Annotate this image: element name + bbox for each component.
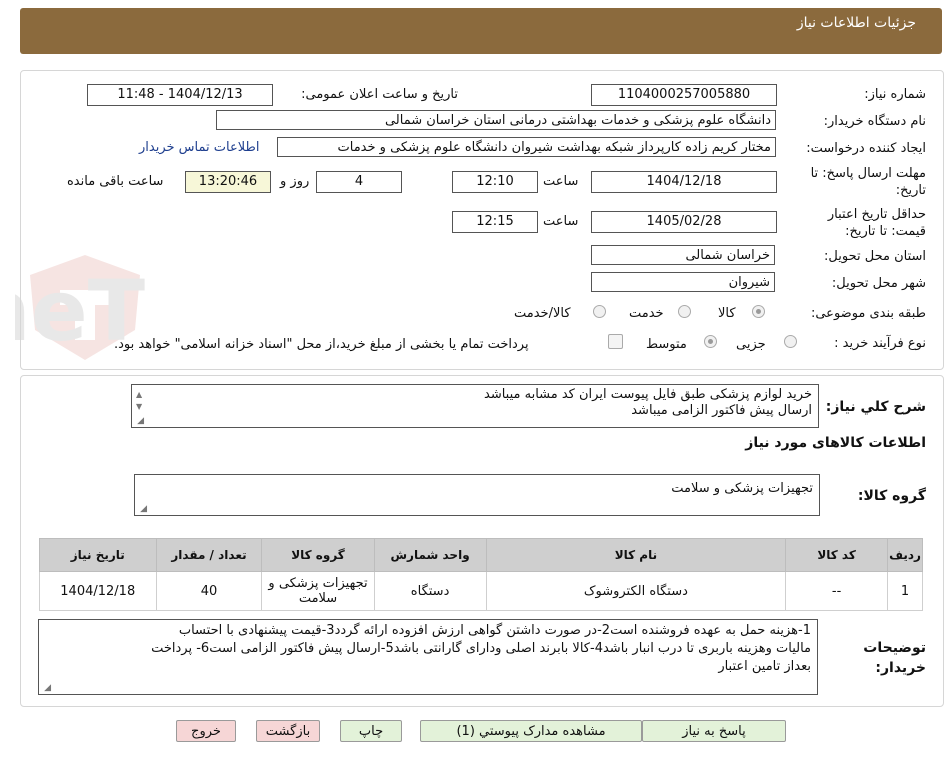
- category-label: طبقه بندی موضوعی:: [810, 306, 926, 321]
- buyer-notes-textarea[interactable]: 1-هزینه حمل به عهده فروشنده است2-در صورت…: [38, 619, 818, 695]
- category-radio-goods[interactable]: [752, 305, 765, 318]
- province-label: استان محل تحویل:: [824, 249, 926, 264]
- treasury-payment-checkbox[interactable]: [608, 334, 623, 349]
- payment-note: پرداخت تمام یا بخشی از مبلغ خرید،از محل …: [114, 337, 529, 352]
- requester-label: ایجاد کننده درخواست:: [806, 141, 926, 156]
- description-line-2: ارسال پیش فاکتور الزامی میباشد: [631, 403, 812, 418]
- cell-unit: دستگاه: [373, 571, 487, 611]
- category-radio-service[interactable]: [678, 305, 691, 318]
- buyer-org-label: نام دستگاه خریدار:: [823, 114, 926, 129]
- items-table-header: ردیف کد کالا نام کالا واحد شمارش گروه کا…: [39, 538, 923, 572]
- purchase-option-minor: جزیی: [736, 337, 766, 352]
- deadline-time-field: 12:10: [452, 171, 538, 193]
- col-header-quantity: تعداد / مقدار: [155, 538, 263, 572]
- buyer-notes-line-3: بعداز تامین اعتبار: [718, 659, 811, 674]
- province-field: خراسان شمالی: [591, 245, 775, 265]
- purchase-radio-minor[interactable]: [784, 335, 797, 348]
- buyer-notes-line-2: مالیات وهزینه باربری تا درب انبار باشد4-…: [151, 641, 811, 656]
- goods-group-label: گروه کالا:: [857, 488, 926, 504]
- purchase-option-medium: متوسط: [646, 337, 687, 352]
- days-label: روز و: [280, 174, 310, 189]
- cell-group: تجهیزات پزشکی و سلامت: [261, 571, 375, 611]
- description-label: شرح کلي نياز:: [825, 399, 926, 415]
- city-field: شیروان: [591, 272, 775, 292]
- goods-group-value: تجهیزات پزشکی و سلامت: [671, 481, 813, 496]
- items-table: ردیف کد کالا نام کالا واحد شمارش گروه کا…: [39, 538, 923, 611]
- category-option-service: خدمت: [629, 306, 664, 321]
- col-header-code: کد کالا: [785, 538, 889, 572]
- cell-date: 1404/12/18: [39, 571, 157, 611]
- scroll-down-icon[interactable]: ▼: [136, 399, 142, 415]
- cell-quantity: 40: [155, 571, 263, 611]
- announce-field: 1404/12/13 - 11:48: [87, 84, 273, 106]
- remaining-label: ساعت باقی مانده: [67, 174, 164, 189]
- validity-time-field: 12:15: [452, 211, 538, 233]
- goods-section-title: اطلاعات کالاهای مورد نیاز: [745, 435, 926, 451]
- goods-group-textarea[interactable]: تجهیزات پزشکی و سلامت ◢: [134, 474, 820, 516]
- deadline-date-field: 1404/12/18: [591, 171, 777, 193]
- buyer-org-field: دانشگاه علوم پزشکی و خدمات بهداشتی درمان…: [216, 110, 776, 130]
- days-field: 4: [316, 171, 402, 193]
- purchase-type-label: نوع فرآیند خرید :: [834, 336, 926, 351]
- resize-handle-icon[interactable]: ◢: [139, 505, 147, 514]
- buyer-notes-label: توضیحات خریدار:: [863, 640, 926, 676]
- cell-code: --: [785, 571, 889, 611]
- cell-name: دستگاه الکتروشوک: [485, 571, 787, 611]
- buyer-notes-line-1: 1-هزینه حمل به عهده فروشنده است2-در صورت…: [178, 623, 811, 638]
- deadline-label: مهلت ارسال پاسخ: تا تاریخ:: [810, 166, 926, 198]
- deadline-time-label: ساعت: [543, 174, 579, 189]
- announce-label: تاریخ و ساعت اعلان عمومی:: [301, 87, 458, 102]
- validity-time-label: ساعت: [543, 214, 579, 229]
- validity-date-field: 1405/02/28: [591, 211, 777, 233]
- validity-label: حداقل تاریخ اعتبار قیمت: تا تاریخ:: [827, 207, 926, 239]
- requester-field: مختار کریم زاده کارپرداز شبکه بهداشت شیر…: [277, 137, 776, 157]
- respond-button[interactable]: پاسخ به نیاز: [642, 720, 786, 742]
- table-row: 1 -- دستگاه الکتروشوک دستگاه تجهیزات پزش…: [39, 571, 923, 611]
- purchase-radio-medium[interactable]: [704, 335, 717, 348]
- col-header-name: نام کالا: [485, 538, 787, 572]
- col-header-unit: واحد شمارش: [373, 538, 487, 572]
- col-header-date: تاریخ نیاز: [39, 538, 157, 572]
- contact-buyer-link[interactable]: اطلاعات تماس خریدار: [139, 140, 259, 155]
- resize-handle-icon[interactable]: ◢: [136, 417, 144, 426]
- description-line-1: خرید لوازم پزشکی طبق فایل پیوست ایران کد…: [484, 387, 812, 402]
- cell-row: 1: [887, 571, 923, 611]
- col-header-group: گروه کالا: [261, 538, 375, 572]
- exit-button[interactable]: خروج: [176, 720, 236, 742]
- back-button[interactable]: بازگشت: [256, 720, 320, 742]
- category-option-goods-service: کالا/خدمت: [514, 306, 571, 321]
- print-button[interactable]: چاپ: [340, 720, 402, 742]
- description-textarea[interactable]: خرید لوازم پزشکی طبق فایل پیوست ایران کد…: [131, 384, 819, 428]
- need-number-label: شماره نیاز:: [864, 87, 926, 102]
- page-title: جزئیات اطلاعات نیاز: [796, 15, 916, 31]
- category-option-goods: کالا: [718, 306, 736, 321]
- need-number-field: 1104000257005880: [591, 84, 777, 106]
- category-radio-goods-service[interactable]: [593, 305, 606, 318]
- remaining-time-field: 13:20:46: [185, 171, 271, 193]
- resize-handle-icon[interactable]: ◢: [43, 684, 51, 693]
- view-attachments-button[interactable]: مشاهده مدارک پیوستي (1): [420, 720, 642, 742]
- col-header-row: ردیف: [887, 538, 923, 572]
- city-label: شهر محل تحویل:: [831, 276, 926, 291]
